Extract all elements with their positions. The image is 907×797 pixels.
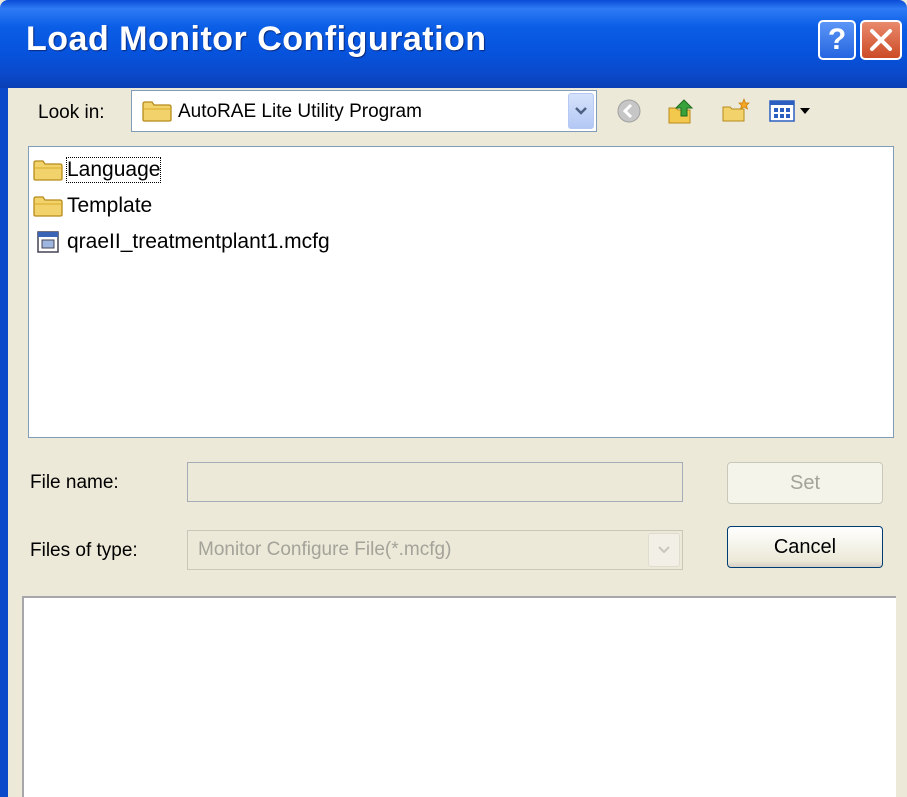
up-folder-icon (668, 99, 694, 124)
back-button[interactable] (612, 94, 646, 128)
look-in-value: AutoRAE Lite Utility Program (178, 101, 422, 122)
file-type-value: Monitor Configure File(*.mcfg) (198, 539, 452, 560)
cancel-button[interactable]: Cancel (727, 526, 883, 568)
window-frame (0, 88, 8, 797)
file-type-label: Files of type: (30, 540, 138, 561)
close-icon (870, 29, 892, 51)
file-list[interactable]: Language Template qraeII_treatmentplant1… (28, 146, 894, 438)
new-folder-button[interactable] (718, 94, 752, 128)
folder-icon (33, 193, 63, 219)
look-in-dropdown-button[interactable] (568, 93, 594, 129)
new-folder-icon (722, 98, 750, 122)
chevron-down-icon (658, 546, 670, 554)
file-name-label: File name: (30, 472, 119, 493)
look-in-combo[interactable]: AutoRAE Lite Utility Program (131, 90, 597, 132)
title-bar[interactable]: Load Monitor Configuration ? (0, 0, 907, 88)
list-item-file[interactable]: qraeII_treatmentplant1.mcfg (33, 227, 330, 257)
list-item-label: Language (65, 157, 162, 183)
folder-icon (33, 157, 63, 183)
file-type-dropdown-button[interactable] (648, 533, 680, 567)
look-in-label: Look in: (38, 102, 105, 123)
list-item-folder[interactable]: Template (33, 191, 152, 221)
view-menu-icon (769, 100, 810, 122)
file-name-field[interactable] (187, 462, 683, 502)
list-item-label: Template (67, 194, 153, 217)
preview-panel (22, 596, 896, 797)
config-file-icon (33, 229, 63, 255)
up-folder-button[interactable] (664, 94, 698, 128)
help-button[interactable]: ? (818, 20, 856, 60)
view-menu-button[interactable] (766, 94, 820, 128)
folder-icon (142, 101, 172, 122)
back-icon (617, 99, 641, 123)
close-button[interactable] (860, 20, 902, 60)
list-item-label: qraeII_treatmentplant1.mcfg (67, 230, 330, 253)
window-title: Load Monitor Configuration (26, 20, 487, 58)
list-item-folder[interactable]: Language (33, 155, 162, 185)
load-monitor-configuration-dialog: Load Monitor Configuration ? Look in: Au… (0, 0, 907, 797)
chevron-down-icon (575, 107, 587, 115)
set-button[interactable]: Set (727, 462, 883, 504)
file-type-combo[interactable]: Monitor Configure File(*.mcfg) (187, 530, 683, 570)
